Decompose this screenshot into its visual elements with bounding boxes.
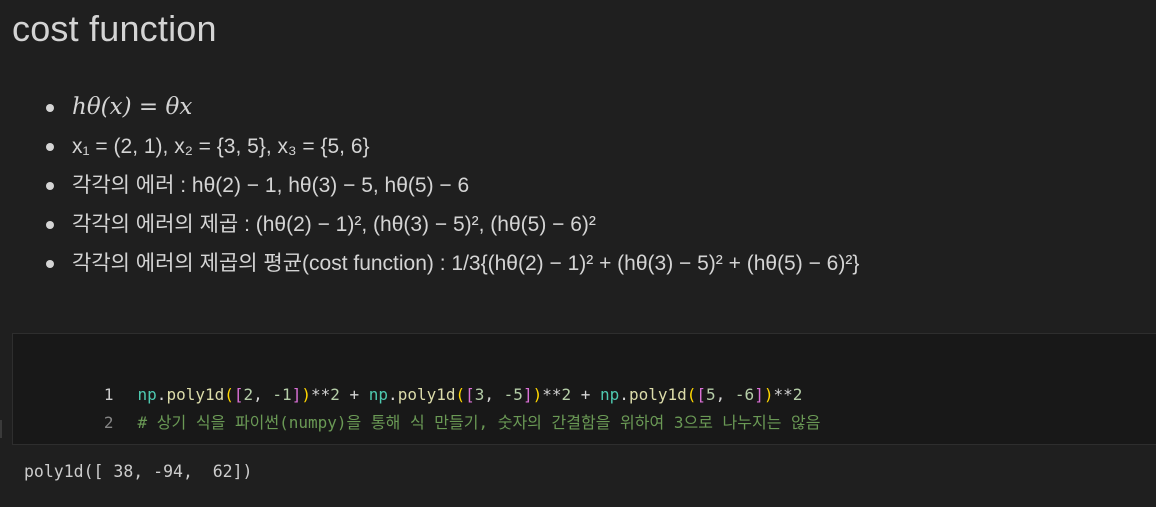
code-comment[interactable]: # 상기 식을 파이썬(numpy)을 통해 식 만들기, 숫자의 간결함을 위… [114,409,821,437]
cell-output: poly1d([ 38, -94, 62]) [24,462,253,481]
bullet-text: 각각의 에러의 제곱 : (hθ(2) − 1)², (hθ(3) − 5)²,… [72,213,596,236]
bullet-list: hθ(x) = θx x₁ = (2, 1), x₂ = {3, 5}, x₃ … [46,88,859,283]
cell-collapse-handle[interactable] [0,420,2,438]
bullet-text: 각각의 에러 : hθ(2) − 1, hθ(3) − 5, hθ(5) − 6 [72,174,470,197]
code-line-1[interactable]: 1 np.poly1d([2, -1])**2 + np.poly1d([3, -… [13,353,802,404]
bullet-dot-icon [46,143,54,151]
bullet-text: 각각의 에러의 제곱의 평균(cost function) : 1/3{(hθ(… [72,252,860,275]
bullet-item: 각각의 에러 : hθ(2) − 1, hθ(3) − 5, hθ(5) − 6 [46,166,859,205]
bullet-dot-icon [46,260,54,268]
bullet-item: hθ(x) = θx [46,88,859,127]
bullet-text: hθ(x) = θx [72,94,193,120]
bullet-dot-icon [46,221,54,229]
bullet-dot-icon [46,104,54,112]
bullet-dot-icon [46,182,54,190]
markdown-heading: cost function [12,8,217,49]
line-number: 2 [103,413,114,432]
bullet-item: 각각의 에러의 제곱 : (hθ(2) − 1)², (hθ(3) − 5)²,… [46,205,859,244]
bullet-text: x₁ = (2, 1), x₂ = {3, 5}, x₃ = {5, 6} [72,135,370,158]
bullet-item: x₁ = (2, 1), x₂ = {3, 5}, x₃ = {5, 6} [46,127,859,166]
code-cell[interactable]: 1 np.poly1d([2, -1])**2 + np.poly1d([3, -… [12,333,1156,445]
code-line-2[interactable]: 2 # 상기 식을 파이썬(numpy)을 통해 식 만들기, 숫자의 간결함을 … [13,381,821,432]
bullet-item: 각각의 에러의 제곱의 평균(cost function) : 1/3{(hθ(… [46,244,859,283]
